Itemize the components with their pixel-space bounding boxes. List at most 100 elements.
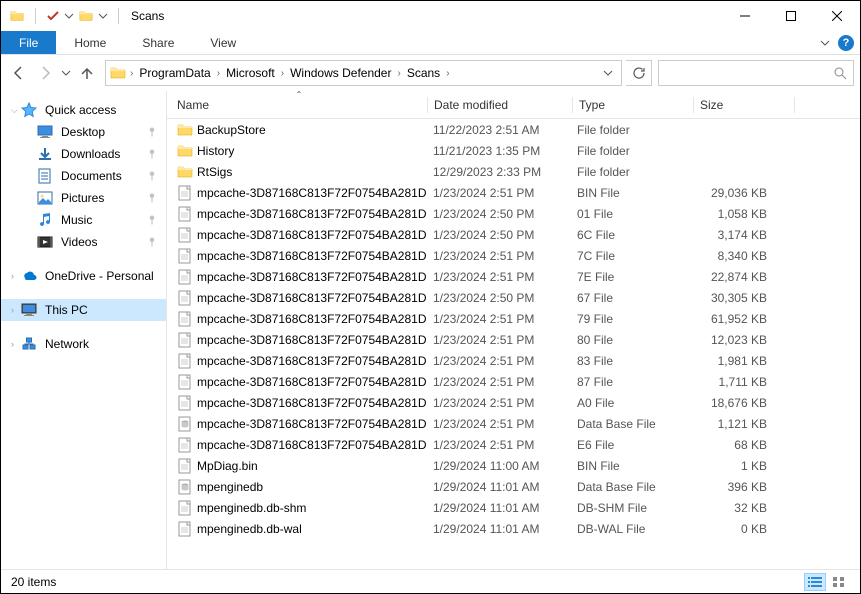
file-size: 1 KB — [691, 459, 791, 473]
up-button[interactable] — [75, 61, 99, 85]
sidebar-onedrive[interactable]: › OneDrive - Personal — [1, 265, 166, 287]
help-button[interactable]: ? — [838, 35, 854, 51]
file-size: 18,676 KB — [691, 396, 791, 410]
sidebar-item-label: Pictures — [61, 191, 146, 205]
recent-locations-button[interactable] — [59, 61, 73, 85]
file-date: 1/23/2024 2:51 PM — [427, 333, 571, 347]
file-name: mpcache-3D87168C813F72F0754BA281D... — [197, 375, 427, 389]
file-row[interactable]: mpenginedb.db-shm 1/29/2024 11:01 AM DB-… — [167, 497, 860, 518]
file-name: mpcache-3D87168C813F72F0754BA281D... — [197, 333, 427, 347]
sidebar-network[interactable]: › Network — [1, 333, 166, 355]
file-row[interactable]: mpcache-3D87168C813F72F0754BA281D... 1/2… — [167, 245, 860, 266]
search-input[interactable] — [658, 60, 854, 86]
file-size: 12,023 KB — [691, 333, 791, 347]
file-row[interactable]: mpcache-3D87168C813F72F0754BA281D... 1/2… — [167, 287, 860, 308]
folder-icon[interactable] — [78, 9, 94, 23]
column-name[interactable]: Name⌃ — [171, 91, 427, 118]
sidebar-item-music[interactable]: Music — [1, 209, 166, 231]
view-large-icons-button[interactable] — [828, 573, 850, 591]
chevron-right-icon[interactable]: › — [395, 68, 402, 79]
file-row[interactable]: mpcache-3D87168C813F72F0754BA281D... 1/2… — [167, 434, 860, 455]
expand-icon[interactable]: › — [11, 271, 19, 281]
back-button[interactable] — [7, 61, 31, 85]
tab-home[interactable]: Home — [56, 31, 124, 54]
expand-ribbon-icon[interactable] — [820, 38, 830, 48]
file-row[interactable]: History 11/21/2023 1:35 PM File folder — [167, 140, 860, 161]
sidebar-item-videos[interactable]: Videos — [1, 231, 166, 253]
file-size: 1,981 KB — [691, 354, 791, 368]
file-row[interactable]: mpcache-3D87168C813F72F0754BA281D... 1/2… — [167, 392, 860, 413]
folder-icon — [9, 9, 25, 23]
file-row[interactable]: RtSigs 12/29/2023 2:33 PM File folder — [167, 161, 860, 182]
expand-icon[interactable]: › — [11, 339, 19, 349]
file-name: MpDiag.bin — [197, 459, 258, 473]
file-icon — [177, 521, 193, 537]
file-row[interactable]: mpcache-3D87168C813F72F0754BA281D... 1/2… — [167, 203, 860, 224]
chevron-right-icon[interactable]: › — [128, 68, 135, 79]
dropdown-icon[interactable] — [64, 11, 74, 21]
file-name: mpenginedb.db-shm — [197, 501, 306, 515]
file-row[interactable]: mpcache-3D87168C813F72F0754BA281D... 1/2… — [167, 266, 860, 287]
file-row[interactable]: BackupStore 11/22/2023 2:51 AM File fold… — [167, 119, 860, 140]
star-icon — [21, 102, 37, 118]
sidebar-quick-access[interactable]: ⌵ Quick access — [1, 99, 166, 121]
sidebar-item-label: Music — [61, 213, 146, 227]
breadcrumb[interactable]: › ProgramData › Microsoft › Windows Defe… — [105, 60, 622, 86]
refresh-button[interactable] — [626, 60, 652, 86]
sidebar-item-pictures[interactable]: Pictures — [1, 187, 166, 209]
sidebar-item-desktop[interactable]: Desktop — [1, 121, 166, 143]
sidebar-item-label: Documents — [61, 169, 146, 183]
main-area: ⌵ Quick access DesktopDownloads Documents… — [1, 91, 860, 569]
file-list[interactable]: BackupStore 11/22/2023 2:51 AM File fold… — [167, 119, 860, 569]
expand-icon[interactable]: ⌵ — [11, 105, 19, 116]
check-icon[interactable] — [46, 9, 60, 23]
file-row[interactable]: mpenginedb 1/29/2024 11:01 AM Data Base … — [167, 476, 860, 497]
sidebar-this-pc[interactable]: › This PC — [1, 299, 166, 321]
chevron-right-icon[interactable]: › — [444, 68, 451, 79]
file-row[interactable]: mpcache-3D87168C813F72F0754BA281D... 1/2… — [167, 371, 860, 392]
breadcrumb-segment[interactable]: Scans — [403, 61, 444, 85]
pin-icon — [146, 170, 158, 182]
breadcrumb-segment[interactable]: Microsoft — [222, 61, 279, 85]
ribbon-tabs: File Home Share View ? — [1, 31, 860, 55]
file-row[interactable]: mpcache-3D87168C813F72F0754BA281D... 1/2… — [167, 224, 860, 245]
chevron-right-icon[interactable]: › — [215, 68, 222, 79]
folder-icon — [108, 63, 128, 83]
file-row[interactable]: MpDiag.bin 1/29/2024 11:00 AM BIN File 1… — [167, 455, 860, 476]
file-row[interactable]: mpcache-3D87168C813F72F0754BA281D... 1/2… — [167, 350, 860, 371]
sidebar-item-documents[interactable]: Documents — [1, 165, 166, 187]
breadcrumb-segment[interactable]: Windows Defender — [286, 61, 395, 85]
expand-icon[interactable]: › — [11, 305, 19, 315]
dropdown-icon[interactable] — [98, 11, 108, 21]
file-date: 1/29/2024 11:01 AM — [427, 480, 571, 494]
file-size: 1,711 KB — [691, 375, 791, 389]
breadcrumb-dropdown[interactable] — [597, 68, 619, 78]
file-type: 87 File — [571, 375, 691, 389]
folder-icon — [177, 122, 193, 138]
file-row[interactable]: mpcache-3D87168C813F72F0754BA281D... 1/2… — [167, 413, 860, 434]
file-row[interactable]: mpcache-3D87168C813F72F0754BA281D... 1/2… — [167, 308, 860, 329]
file-row[interactable]: mpenginedb.db-wal 1/29/2024 11:01 AM DB-… — [167, 518, 860, 539]
file-date: 1/23/2024 2:50 PM — [427, 291, 571, 305]
column-size[interactable]: Size — [694, 91, 794, 118]
file-size: 32 KB — [691, 501, 791, 515]
file-name: mpcache-3D87168C813F72F0754BA281D... — [197, 354, 427, 368]
sidebar-item-downloads[interactable]: Downloads — [1, 143, 166, 165]
file-menu[interactable]: File — [1, 31, 56, 54]
column-type[interactable]: Type — [573, 91, 693, 118]
column-date[interactable]: Date modified — [428, 91, 572, 118]
file-row[interactable]: mpcache-3D87168C813F72F0754BA281D... 1/2… — [167, 182, 860, 203]
breadcrumb-segment[interactable]: ProgramData — [135, 61, 214, 85]
minimize-button[interactable] — [722, 1, 768, 31]
file-type: 79 File — [571, 312, 691, 326]
tab-view[interactable]: View — [192, 31, 254, 54]
forward-button[interactable] — [33, 61, 57, 85]
file-name: History — [197, 144, 234, 158]
view-details-button[interactable] — [804, 573, 826, 591]
file-icon — [177, 353, 193, 369]
close-button[interactable] — [814, 1, 860, 31]
chevron-right-icon[interactable]: › — [279, 68, 286, 79]
file-row[interactable]: mpcache-3D87168C813F72F0754BA281D... 1/2… — [167, 329, 860, 350]
maximize-button[interactable] — [768, 1, 814, 31]
tab-share[interactable]: Share — [124, 31, 192, 54]
